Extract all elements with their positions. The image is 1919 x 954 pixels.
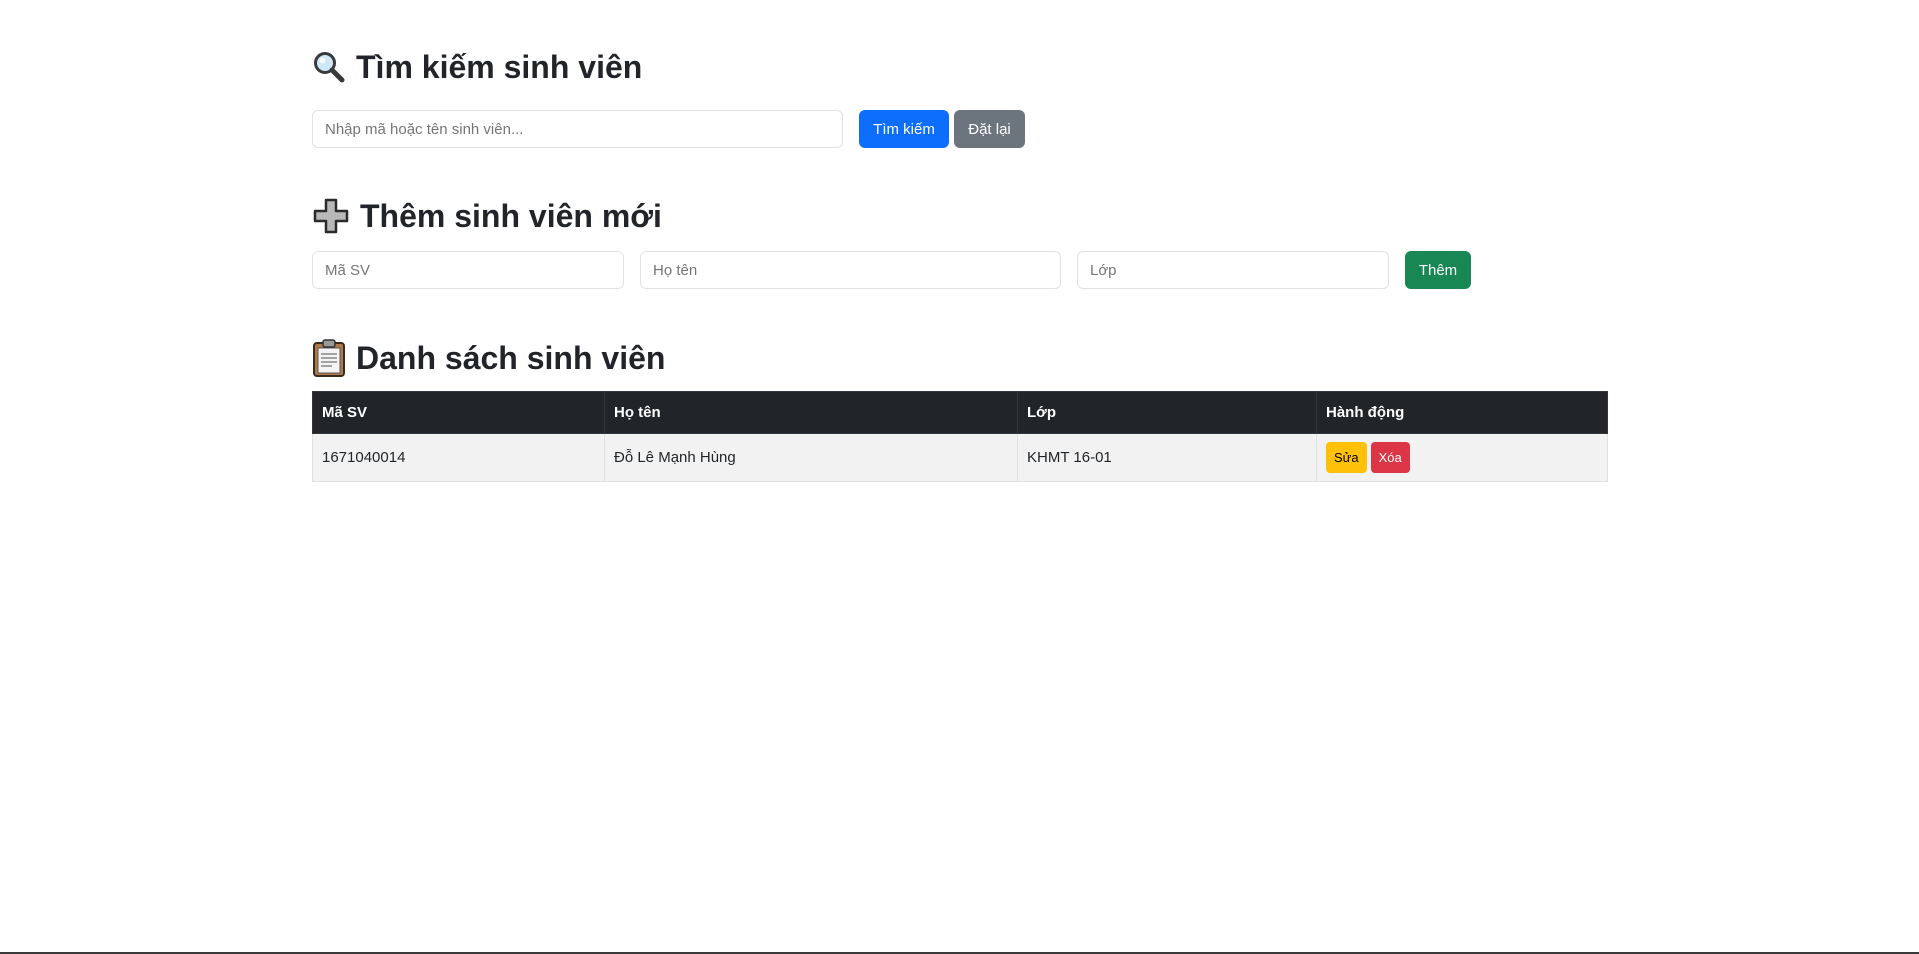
cell-student-name: Đỗ Lê Mạnh Hùng [604, 433, 1018, 482]
delete-button[interactable]: Xóa [1370, 442, 1410, 473]
add-section-title: Thêm sinh viên mới [312, 197, 662, 235]
clipboard-icon [312, 339, 346, 377]
table-header-row: Mã SV Họ tên Lớp Hành động [312, 391, 1608, 434]
list-section-title: Danh sách sinh viên [312, 339, 665, 377]
search-button[interactable]: Tìm kiếm [859, 110, 949, 148]
edit-button[interactable]: Sửa [1326, 442, 1367, 473]
cell-actions: Sửa Xóa [1316, 433, 1608, 482]
search-title-text: Tìm kiếm sinh viên [356, 49, 643, 85]
column-header-name: Họ tên [604, 391, 1018, 434]
column-header-student-id: Mã SV [312, 391, 605, 434]
list-title-text: Danh sách sinh viên [356, 340, 666, 376]
search-section-title: Tìm kiếm sinh viên [312, 48, 642, 86]
plus-icon [312, 197, 350, 235]
student-name-field[interactable] [640, 251, 1061, 289]
student-class-field[interactable] [1077, 251, 1389, 289]
search-form: Tìm kiếm Đặt lại [312, 110, 1112, 148]
table-row: 1671040014 Đỗ Lê Mạnh Hùng KHMT 16-01 Sử… [312, 433, 1608, 482]
search-input[interactable] [312, 110, 843, 148]
add-button[interactable]: Thêm [1405, 251, 1471, 289]
cell-student-class: KHMT 16-01 [1017, 433, 1317, 482]
add-student-form: Thêm [312, 251, 1512, 289]
column-header-actions: Hành động [1316, 391, 1608, 434]
add-title-text: Thêm sinh viên mới [360, 198, 662, 234]
student-id-field[interactable] [312, 251, 624, 289]
cell-student-id: 1671040014 [312, 433, 605, 482]
reset-button[interactable]: Đặt lại [954, 110, 1025, 148]
magnifier-icon [312, 50, 346, 84]
column-header-class: Lớp [1017, 391, 1317, 434]
student-table: Mã SV Họ tên Lớp Hành động 1671040014 Đỗ… [312, 391, 1608, 482]
